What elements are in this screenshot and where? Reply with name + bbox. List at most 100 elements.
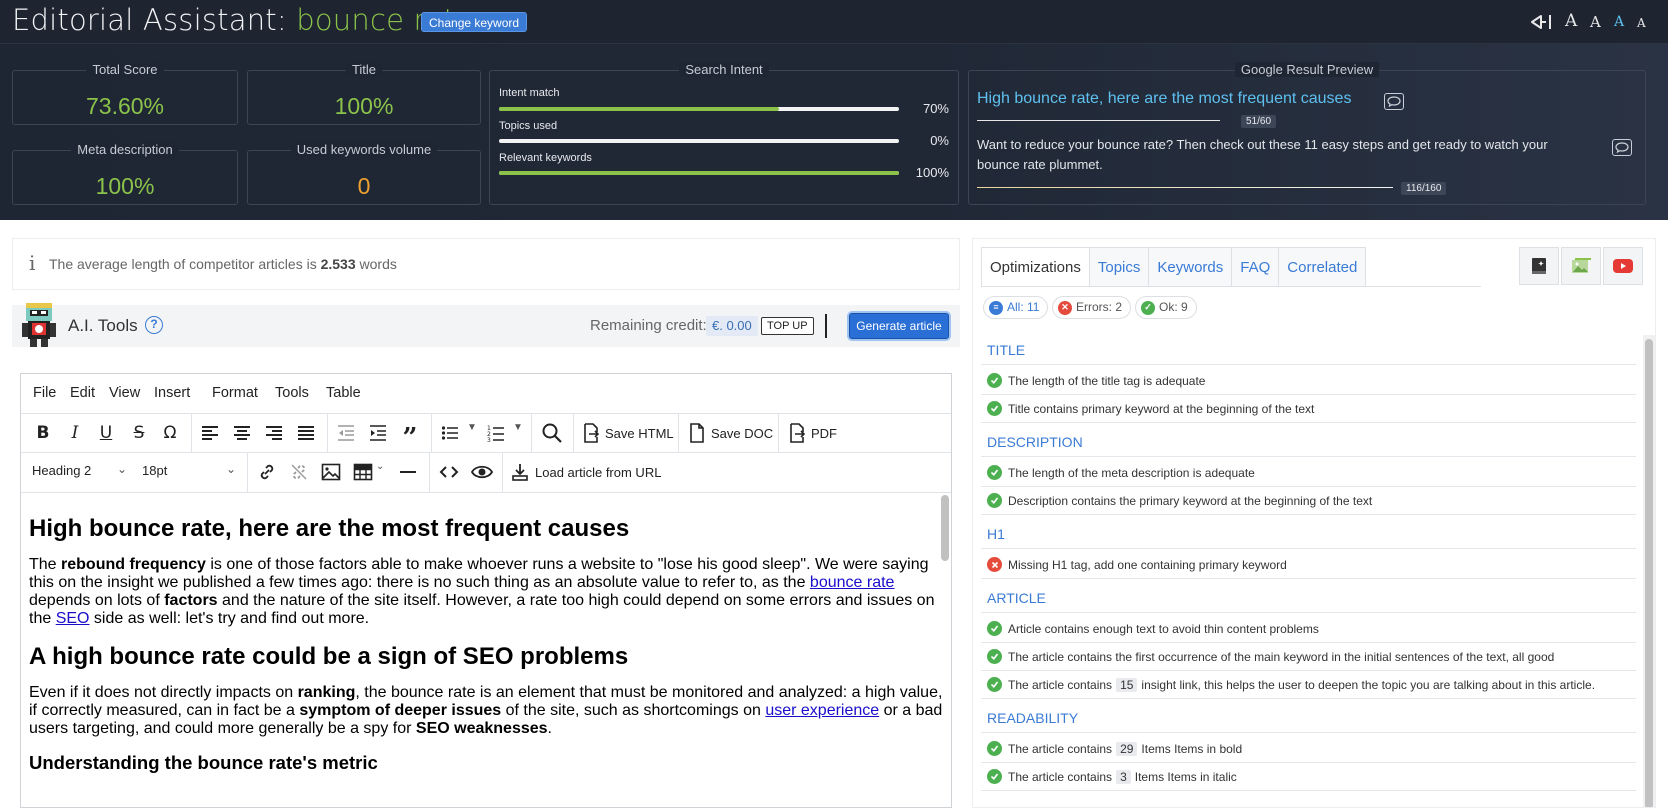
strikethrough-icon[interactable]: S (130, 422, 148, 444)
preview-title: High bounce rate, here are the most freq… (977, 90, 1352, 107)
horizontal-line-icon[interactable] (399, 461, 417, 483)
font-size-md-button[interactable]: A (1614, 14, 1624, 30)
special-character-icon[interactable]: Ω (160, 422, 180, 444)
chevron-down-icon[interactable]: ▼ (513, 422, 523, 444)
collapse-panel-icon[interactable] (1527, 12, 1553, 32)
optimization-item: Description contains the primary keyword… (981, 487, 1636, 515)
table-icon[interactable] (353, 461, 373, 483)
font-size-sm-button[interactable]: A (1637, 16, 1646, 30)
title-score-box: Title 100% (247, 62, 481, 125)
top-up-button[interactable]: TOP UP (761, 317, 814, 335)
bold-icon[interactable]: B (34, 422, 52, 444)
chevron-down-icon[interactable]: ⌄ (376, 461, 386, 483)
chevron-down-icon[interactable]: ⌄ (117, 462, 127, 484)
align-right-icon[interactable] (265, 422, 283, 444)
image-icon[interactable] (321, 461, 341, 483)
numbered-list-icon[interactable]: 123 (487, 422, 505, 444)
relevant-keywords-fill (499, 171, 899, 175)
toolbar-separator (573, 414, 574, 453)
title-score-label: Title (345, 62, 383, 77)
topics-used-percent: 0% (930, 133, 949, 148)
keywords-volume-label: Used keywords volume (290, 142, 438, 157)
seo-link[interactable]: SEO (56, 610, 90, 627)
chevron-down-icon[interactable]: ⌄ (226, 462, 236, 484)
competitor-info-bar: i The average length of competitor artic… (12, 238, 960, 290)
section-header: READABILITY (981, 703, 1636, 733)
filter-all-button[interactable]: ≡ All: 11 (983, 296, 1049, 319)
title-score-value: 100% (334, 93, 394, 119)
menu-tools[interactable]: Tools (275, 385, 309, 401)
intent-match-bar (499, 107, 899, 111)
editor-scrollbar[interactable] (941, 495, 949, 561)
meta-description-label: Meta description (71, 142, 179, 157)
chevron-down-icon[interactable]: ▼ (467, 422, 477, 444)
image-generate-button[interactable] (1561, 247, 1601, 285)
load-article-url-label: Load article from URL (535, 464, 662, 480)
load-article-url-button[interactable]: Load article from URL (511, 461, 661, 483)
menu-table[interactable]: Table (326, 385, 361, 401)
toolbar-separator (191, 414, 192, 453)
font-size-lg-button[interactable]: A (1590, 13, 1601, 31)
preview-eye-icon[interactable] (471, 461, 493, 483)
article-paragraph: The rebound frequency is one of those fa… (29, 556, 935, 627)
tab-correlated[interactable]: Correlated (1279, 247, 1367, 287)
save-doc-button[interactable]: Save DOC (689, 422, 773, 444)
menu-file[interactable]: File (33, 385, 56, 401)
toolbar-separator (502, 453, 503, 492)
underline-icon[interactable]: U (97, 422, 115, 444)
bounce-rate-link[interactable]: bounce rate (810, 574, 895, 591)
ai-tools-title: A.I. Tools (68, 316, 138, 335)
comment-icon[interactable] (1384, 93, 1404, 110)
divider (825, 314, 827, 338)
optimization-item: The article contains 15 insight link, this… (981, 671, 1636, 699)
blockquote-icon[interactable]: ” (399, 422, 421, 453)
youtube-button[interactable] (1603, 247, 1643, 285)
menu-insert[interactable]: Insert (154, 385, 190, 401)
align-left-icon[interactable] (201, 422, 219, 444)
count-badge: 29 (1116, 741, 1138, 756)
outdent-icon[interactable] (337, 422, 355, 444)
comment-icon[interactable] (1612, 139, 1632, 156)
change-keyword-button[interactable]: Change keyword (421, 12, 528, 32)
source-code-icon[interactable] (439, 461, 459, 483)
pdf-button[interactable]: PDF (789, 422, 837, 444)
ai-book-button[interactable] (1519, 247, 1559, 285)
section-header: H1 (981, 519, 1636, 549)
tab-keywords[interactable]: Keywords (1149, 247, 1233, 287)
tab-topics[interactable]: Topics (1089, 247, 1150, 287)
user-experience-link[interactable]: user experience (765, 702, 879, 719)
unlink-icon[interactable] (289, 461, 309, 483)
align-justify-icon[interactable] (297, 422, 315, 444)
indent-icon[interactable] (369, 422, 387, 444)
italic-icon[interactable]: I (66, 422, 84, 444)
filter-errors-button[interactable]: ✕ Errors: 2 (1052, 296, 1132, 319)
check-circle-icon (987, 769, 1002, 784)
help-icon[interactable]: ? (145, 316, 163, 334)
link-icon[interactable] (257, 461, 277, 483)
optimization-item: The article contains 3 Items Items in ital… (981, 763, 1636, 791)
generate-article-button[interactable]: Generate article (849, 313, 949, 339)
menu-view[interactable]: View (109, 385, 140, 401)
book-icon (1532, 258, 1546, 274)
article-h3: Understanding the bounce rate's metric (29, 752, 378, 773)
competitor-length-text: The average length of competitor article… (49, 256, 397, 272)
menu-format[interactable]: Format (212, 385, 258, 401)
font-size-value: 18pt (142, 463, 168, 478)
tab-optimizations[interactable]: Optimizations (981, 247, 1090, 287)
bullet-list-icon[interactable] (441, 422, 459, 444)
robot-mascot-icon (22, 303, 56, 347)
search-icon[interactable] (541, 422, 563, 444)
font-size-select[interactable]: 18pt (142, 463, 232, 478)
tab-faq[interactable]: FAQ (1232, 247, 1280, 287)
optimization-text: The article contains 3 Items Items in ital… (1008, 769, 1237, 784)
filter-errors-label: Errors: 2 (1076, 300, 1123, 314)
align-center-icon[interactable] (233, 422, 251, 444)
editor-content[interactable]: High bounce rate, here are the most freq… (21, 493, 951, 807)
menu-edit[interactable]: Edit (70, 385, 95, 401)
panel-scroll-thumb[interactable] (1645, 339, 1653, 807)
toolbar-separator (531, 414, 532, 453)
save-html-button[interactable]: Save HTML (583, 422, 674, 444)
font-size-xl-button[interactable]: A (1565, 11, 1577, 31)
filter-ok-button[interactable]: ✓ Ok: 9 (1135, 296, 1197, 319)
toolbar-separator (778, 414, 779, 453)
